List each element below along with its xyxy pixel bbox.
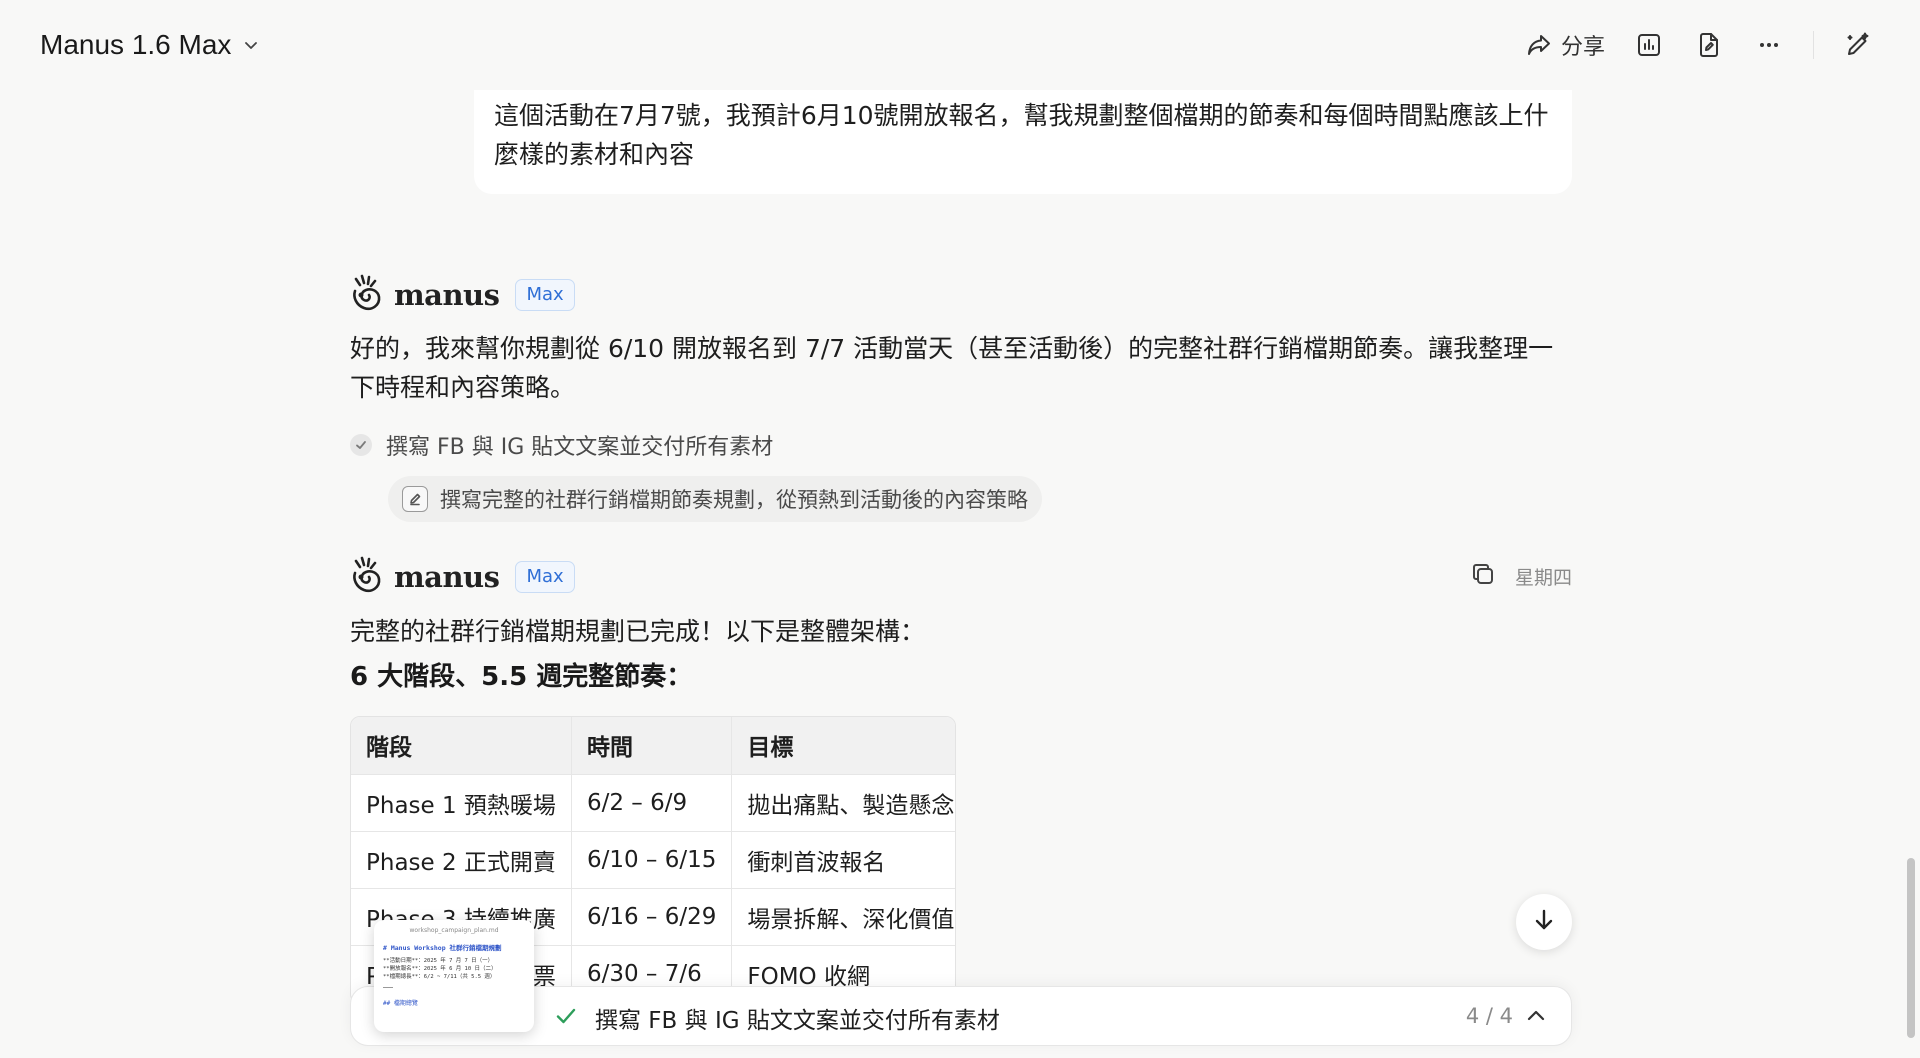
- agent-name: manus: [394, 560, 500, 594]
- plan-subheading: 6 大階段、5.5 週完整節奏：: [350, 662, 693, 692]
- manus-logo-icon: [350, 273, 384, 317]
- file-preview-divider: [383, 987, 393, 988]
- more-icon: [1760, 43, 1778, 47]
- agent-reply-text: 好的，我來幫你規劃從 6/10 開放報名到 7/7 活動當天（甚至活動後）的完整…: [350, 334, 1554, 402]
- check-icon: [556, 1008, 576, 1024]
- manus-logo-icon: [350, 555, 384, 599]
- chevron-up-icon[interactable]: [1523, 1003, 1549, 1029]
- cell-time: 6/10 – 6/15: [571, 831, 733, 889]
- cell-phase: Phase 1 預熱暖場: [351, 774, 572, 832]
- cell-time: 6/2 – 6/9: [571, 774, 733, 832]
- col-header-time: 時間: [571, 717, 733, 775]
- file-preview-line: **開放報名**：2025 年 6 月 10 日（二）: [383, 966, 497, 972]
- toolbar-divider: [1813, 31, 1814, 59]
- file-preview-line: **檔期總長**：6/2 ~ 7/11（共 5.5 週）: [383, 974, 496, 980]
- user-message-text: 這個活動在7月7號，我預計6月10號開放報名，幫我規劃整個檔期的節奏和每個時間點…: [494, 101, 1549, 169]
- file-preview-name: workshop_campaign_plan.md: [409, 927, 499, 934]
- agent-header: manus Max: [350, 556, 575, 598]
- copy-icon[interactable]: [1469, 560, 1497, 592]
- chart-icon: [1638, 34, 1660, 56]
- cell-goal: 拋出痛點、製造懸念: [731, 774, 955, 832]
- task-step[interactable]: 撰寫 FB 與 IG 貼文文案並交付所有素材: [350, 428, 773, 462]
- agent-reply-intro: 完整的社群行銷檔期規劃已完成！以下是整體架構：: [350, 617, 926, 646]
- file-preview-heading: # Manus Workshop 社群行銷檔期規劃: [383, 944, 502, 952]
- files-button[interactable]: [1687, 23, 1731, 67]
- tool-action-label: 撰寫完整的社群行銷檔期節奏規劃，從預熱到活動後的內容策略: [440, 488, 1028, 512]
- task-progress-label: 撰寫 FB 與 IG 貼文文案並交付所有素材: [595, 1008, 1000, 1034]
- model-name: Manus 1.6 Max: [40, 29, 232, 60]
- share-label: 分享: [1560, 35, 1605, 60]
- file-edit-icon: [1700, 33, 1718, 57]
- cell-goal: 場景拆解、深化價值: [731, 888, 955, 946]
- table-row: Phase 2 正式開賣 6/10 – 6/15 衝刺首波報名: [351, 831, 955, 889]
- scrollbar[interactable]: [1902, 0, 1920, 1058]
- cell-phase: Phase 2 正式開賣: [351, 831, 572, 889]
- edit-sparkle-button[interactable]: [1836, 23, 1880, 67]
- model-selector[interactable]: Manus 1.6 Max: [40, 24, 261, 66]
- scroll-to-bottom-button[interactable]: [1516, 894, 1572, 950]
- table-header-row: 階段 時間 目標: [351, 717, 955, 775]
- task-progress-count: 4 / 4: [1465, 1004, 1513, 1028]
- share-icon: [1527, 35, 1550, 55]
- app-window: 這個活動在7月7號，我預計6月10號開放報名，幫我規劃整個檔期的節奏和每個時間點…: [0, 0, 1920, 1058]
- tool-action-pill[interactable]: 撰寫完整的社群行銷檔期節奏規劃，從預熱到活動後的內容策略: [388, 476, 1042, 522]
- more-button[interactable]: [1747, 23, 1791, 67]
- share-button[interactable]: 分享: [1519, 23, 1611, 67]
- pen-sparkle-icon: [1847, 32, 1869, 55]
- chevron-down-icon: [245, 42, 258, 49]
- col-header-goal: 目標: [731, 717, 955, 775]
- edit-icon: [402, 486, 428, 512]
- cell-time: 6/16 – 6/29: [571, 888, 733, 946]
- file-preview-card[interactable]: workshop_campaign_plan.md # Manus Worksh…: [374, 920, 534, 1032]
- agent-name: manus: [394, 278, 500, 312]
- plan-badge: Max: [515, 279, 575, 311]
- table-row: Phase 1 預熱暖場 6/2 – 6/9 拋出痛點、製造懸念: [351, 774, 955, 832]
- task-step-label: 撰寫 FB 與 IG 貼文文案並交付所有素材: [386, 435, 774, 460]
- file-preview-subheading: ## 檔期總覽: [383, 1000, 418, 1007]
- top-bar: Manus 1.6 Max 分享: [0, 0, 1920, 90]
- arrow-down-icon: [1530, 906, 1558, 938]
- col-header-phase: 階段: [351, 717, 572, 775]
- report-button[interactable]: [1627, 23, 1671, 67]
- file-preview-line: **活動日期**：2025 年 7 月 7 日（一）: [383, 958, 494, 964]
- message-meta: 星期四: [1469, 558, 1572, 594]
- plan-badge: Max: [515, 561, 575, 593]
- check-icon: [350, 434, 372, 456]
- header-toolbar: 分享: [1503, 22, 1880, 68]
- message-day: 星期四: [1514, 566, 1572, 589]
- scrollbar-thumb[interactable]: [1907, 858, 1915, 1038]
- agent-header: manus Max: [350, 274, 575, 316]
- cell-goal: 衝刺首波報名: [731, 831, 955, 889]
- conversation-area: 這個活動在7月7號，我預計6月10號開放報名，幫我規劃整個檔期的節奏和每個時間點…: [0, 0, 1920, 1058]
